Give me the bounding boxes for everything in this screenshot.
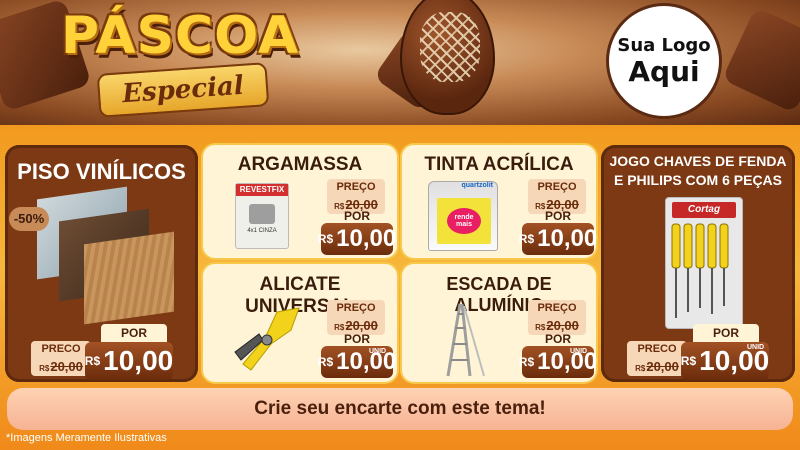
preco-label: PREÇO [528, 179, 586, 196]
currency: R$ [84, 354, 101, 368]
pliers-image [234, 307, 300, 371]
old-price-value: 20,00 [50, 359, 83, 374]
can-text: rende mais [447, 208, 481, 234]
discount-badge: -50% [9, 207, 49, 231]
header-banner: PÁSCOA Especial Sua Logo Aqui [0, 0, 800, 125]
old-currency: R$ [39, 364, 50, 373]
price-tag: R$ 10,00 [85, 342, 173, 380]
screwdriver-set-image: Cortag [665, 197, 743, 329]
preco-label: PREÇO [327, 300, 385, 317]
price-value: 10,00 [336, 348, 397, 375]
price-value: 10,00 [103, 345, 174, 376]
screwdrivers-icon [671, 223, 729, 318]
price-tag: R$ 10,00 [518, 223, 598, 255]
set-brand: Cortag [672, 202, 736, 218]
can-brand: quartzolit [461, 182, 494, 189]
easter-title: PÁSCOA Especial [60, 6, 300, 118]
price-value: 10,00 [336, 225, 397, 252]
product-card-escada: ESCADA DE ALUMÍNIO PREÇO R$20,00 POR R$ 1… [402, 264, 598, 382]
product-name: TINTA ACRÍLICA [424, 154, 574, 175]
preco-label: PRECO [627, 341, 687, 358]
paint-can-image: quartzolit rende mais [428, 181, 498, 251]
old-price: R$20,00 [627, 358, 687, 376]
product-card-tinta: TINTA ACRÍLICA quartzolit rende mais PRE… [402, 145, 598, 258]
product-card-chaves: JOGO CHAVES DE FENDA E PHILIPS COM 6 PEÇ… [601, 145, 795, 382]
por-label: POR [693, 324, 759, 342]
logo-line2: Aqui [628, 54, 700, 88]
preco-label: PREÇO [327, 179, 385, 196]
cta-banner: Crie seu encarte com este tema! [7, 388, 793, 430]
chocolate-egg-icon [400, 0, 495, 115]
product-name-line2: E PHILIPS COM 6 PEÇAS [613, 172, 783, 188]
page-title: PÁSCOA [60, 6, 300, 66]
unit-label: UNID [570, 348, 588, 355]
logo-line1: Sua Logo [617, 34, 711, 56]
currency: R$ [317, 355, 334, 369]
bag-text: 4x1 CINZA [247, 228, 277, 234]
logo-placeholder: Sua Logo Aqui [606, 3, 722, 119]
product-name: PISO VINÍLICOS [17, 159, 186, 184]
product-card-argamassa: ARGAMASSA REVESTFIX 4x1 CINZA PREÇO R$20… [203, 145, 397, 258]
price-tag: R$ 10,00 [317, 223, 397, 255]
currency: R$ [317, 232, 334, 246]
old-currency: R$ [635, 364, 646, 373]
product-name-line1: JOGO CHAVES DE FENDA [609, 153, 787, 169]
chocolate-piece-right [721, 6, 800, 114]
mortar-bag-image: REVESTFIX 4x1 CINZA [235, 183, 289, 249]
page-subtitle: Especial [96, 62, 270, 118]
price-value: 10,00 [537, 348, 598, 375]
ladder-image [446, 303, 485, 377]
price-value: 10,00 [537, 225, 598, 252]
preco-label: PRECO [31, 341, 91, 358]
unit-label: UNID [369, 348, 387, 355]
product-card-piso: PISO VINÍLICOS -50% PRECO R$20,00 POR R$… [5, 145, 198, 382]
currency: R$ [518, 355, 535, 369]
unit-label: UNID [747, 344, 765, 351]
easter-flyer: PÁSCOA Especial Sua Logo Aqui PISO VINÍL… [0, 0, 800, 450]
old-price-value: 20,00 [646, 359, 679, 374]
product-card-alicate: ALICATE UNIVERSAL PREÇO R$20,00 POR R$ 10… [203, 264, 397, 382]
vinyl-floor-image [29, 186, 179, 325]
preco-label: PREÇO [528, 300, 586, 317]
footnote: *Imagens Meramente Ilustrativas [6, 432, 167, 444]
currency: R$ [518, 232, 535, 246]
currency: R$ [680, 354, 697, 368]
old-price: R$20,00 [31, 358, 91, 376]
product-name: ARGAMASSA [237, 154, 363, 175]
bag-brand: REVESTFIX [236, 184, 288, 196]
por-label: POR [101, 324, 167, 342]
